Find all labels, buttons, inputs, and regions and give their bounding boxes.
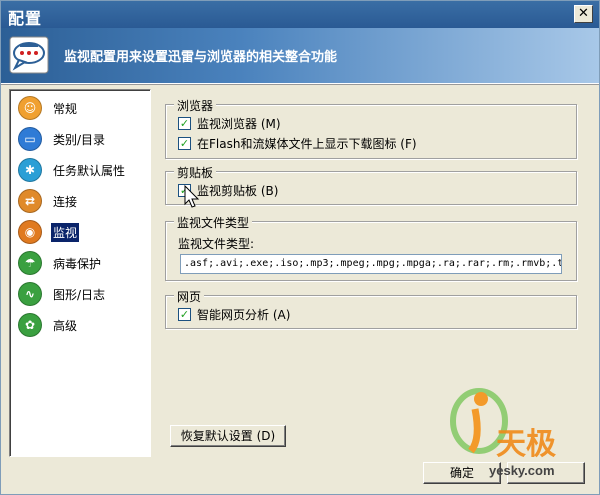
nav-item-label: 监视 [51,222,80,242]
group-title: 网页 [174,288,205,305]
nav-item-label: 图形/日志 [53,287,106,302]
connection-icon: ⇄ [18,189,42,213]
checkbox-label: 监视剪贴板 (B) [197,184,279,198]
monitor-browser-checkbox[interactable]: ✓ 监视浏览器 (M) [178,115,281,132]
nav-item-virus-protection[interactable]: ☂ 病毒保护 [18,249,103,277]
clipboard-group: 剪贴板 ✓ 监视剪贴板 (B) [165,164,577,205]
chat-bubble-icon [9,36,49,74]
nav-item-general[interactable]: ☺ 常规 [18,94,79,122]
nav-item-label: 高级 [53,318,78,333]
nav-item-monitor[interactable]: ◉ 监视 [18,218,80,246]
person-icon: ☺ [18,96,42,120]
nav-item-label: 任务默认属性 [53,163,126,178]
banner-description: 监视配置用来设置迅雷与浏览器的相关整合功能 [64,50,338,65]
settings-panel: 浏览器 ✓ 监视浏览器 (M) ✓ 在Flash和流媒体文件上显示下载图标 (F… [159,89,591,457]
mouse-pointer-icon [184,185,200,208]
cancel-button[interactable] [507,462,585,484]
nav-item-task-defaults[interactable]: ✱ 任务默认属性 [18,156,127,184]
webpage-group: 网页 ✓ 智能网页分析 (A) [165,288,577,329]
category-nav: ☺ 常规 ▭ 类别/目录 ✱ 任务默认属性 ⇄ 连接 ◉ 监视 ☂ 病毒保护 ∿… [9,89,151,457]
umbrella-icon: ☂ [18,251,42,275]
nav-item-advanced[interactable]: ✿ 高级 [18,311,79,339]
restore-defaults-button[interactable]: 恢复默认设置 (D) [170,425,286,447]
file-type-group: 监视文件类型 监视文件类型: .asf;.avi;.exe;.iso;.mp3;… [165,214,577,281]
nav-item-label: 病毒保护 [53,256,102,271]
gear-icon: ✱ [18,158,42,182]
checkbox-checked-icon[interactable]: ✓ [178,137,191,150]
file-type-label: 监视文件类型: [178,237,255,251]
smart-analysis-checkbox[interactable]: ✓ 智能网页分析 (A) [178,306,290,323]
group-title: 剪贴板 [174,164,217,181]
close-button[interactable]: ✕ [574,5,593,23]
banner-divider [1,83,599,85]
folder-icon: ▭ [18,127,42,151]
group-title: 浏览器 [174,97,217,114]
checkbox-checked-icon[interactable]: ✓ [178,308,191,321]
nav-item-label: 类别/目录 [53,132,106,147]
monitor-icon: ◉ [18,220,42,244]
title-bar[interactable]: 配置 ✕ [1,1,599,28]
checkbox-checked-icon[interactable]: ✓ [178,117,191,130]
ok-button[interactable]: 确定 [423,462,501,484]
window-title: 配置 [8,9,43,28]
config-window: 配置 ✕ 监视配置用来设置迅雷与浏览器的相关整合功能 ☺ 常规 ▭ 类别/目录 … [0,0,600,495]
nav-item-label: 连接 [53,194,78,209]
graph-icon: ∿ [18,282,42,306]
nav-item-graph-log[interactable]: ∿ 图形/日志 [18,280,107,308]
advanced-icon: ✿ [18,313,42,337]
group-title: 监视文件类型 [174,214,253,231]
nav-item-connection[interactable]: ⇄ 连接 [18,187,79,215]
checkbox-label: 在Flash和流媒体文件上显示下载图标 (F) [197,137,417,151]
checkbox-label: 智能网页分析 (A) [197,308,291,322]
checkbox-label: 监视浏览器 (M) [197,117,281,131]
nav-item-category[interactable]: ▭ 类别/目录 [18,125,107,153]
file-type-input[interactable]: .asf;.avi;.exe;.iso;.mp3;.mpeg;.mpg;.mpg… [180,254,562,274]
close-icon: ✕ [578,6,589,21]
nav-item-label: 常规 [53,101,78,116]
flash-download-icon-checkbox[interactable]: ✓ 在Flash和流媒体文件上显示下载图标 (F) [178,135,417,152]
browser-group: 浏览器 ✓ 监视浏览器 (M) ✓ 在Flash和流媒体文件上显示下载图标 (F… [165,97,577,159]
header-banner: 监视配置用来设置迅雷与浏览器的相关整合功能 [1,28,599,83]
